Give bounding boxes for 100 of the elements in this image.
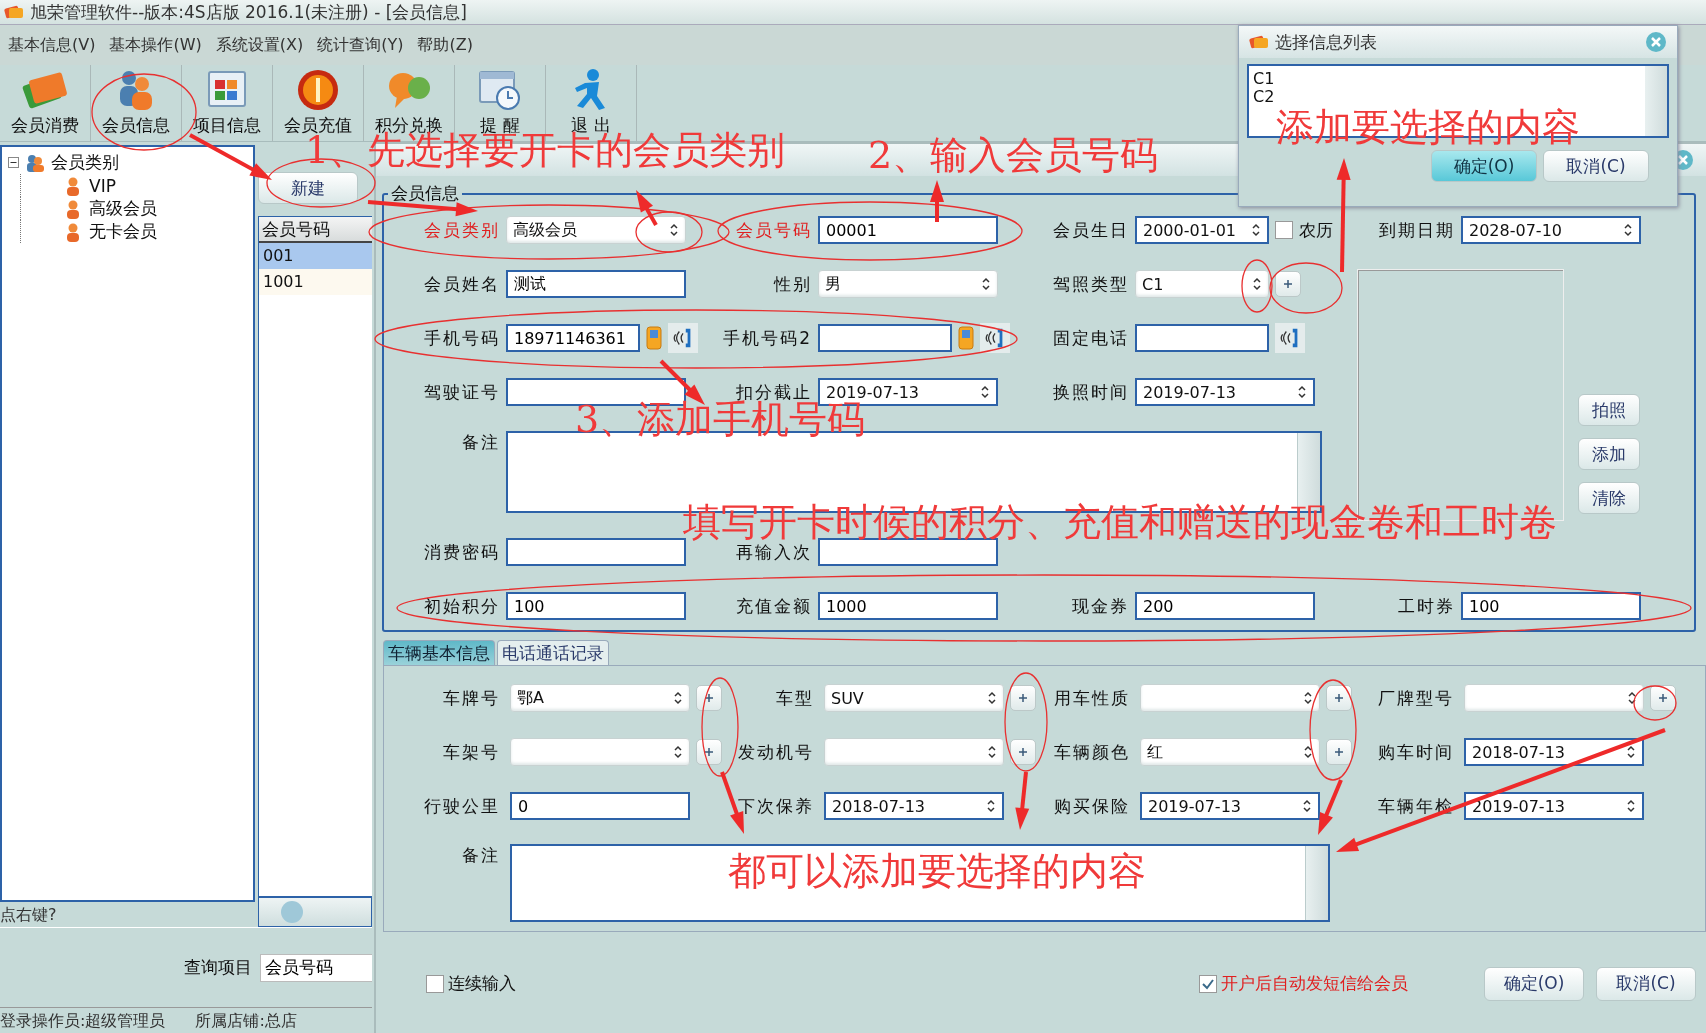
text-field[interactable]: 100 (506, 592, 686, 620)
menu-item[interactable]: 系统设置(X) (215, 34, 304, 56)
plus-icon (1658, 693, 1668, 703)
text-field[interactable]: 200 (1135, 592, 1315, 620)
people-icon (25, 153, 45, 172)
menu-item[interactable]: 基本操作(W) (109, 34, 202, 56)
combo-box[interactable]: 红 (1140, 738, 1320, 766)
combo-box[interactable]: SUV (824, 684, 1004, 712)
column-header[interactable]: 会员号码 (259, 217, 372, 243)
add-button[interactable] (1326, 685, 1352, 711)
toolbar-button[interactable]: 会员信息 (91, 65, 182, 141)
date-field[interactable]: 2019-07-13 (1464, 792, 1644, 820)
date-field[interactable]: 2019-07-13 (1135, 378, 1315, 406)
add-button[interactable] (1010, 685, 1036, 711)
field-label: 驾驶证号 (423, 380, 500, 404)
field-label: 车架号 (442, 740, 500, 764)
spinner-icon (1626, 799, 1636, 813)
text-field[interactable]: 0 (510, 792, 690, 820)
photo-button[interactable]: 拍照 (1578, 394, 1640, 426)
plus-icon (1018, 693, 1028, 703)
popup-title: 选择信息列表 (1275, 30, 1377, 54)
spinner-icon (987, 745, 997, 759)
toolbar-button[interactable]: 项目信息 (182, 65, 273, 141)
plus-icon (704, 693, 714, 703)
list-row[interactable]: 1001 (259, 269, 372, 295)
scrollbar[interactable] (1645, 66, 1667, 136)
mobile-phone-icon[interactable] (646, 326, 662, 350)
add-button[interactable] (1650, 685, 1676, 711)
spinner-icon (1251, 223, 1261, 237)
list-item[interactable]: C1 (1253, 70, 1641, 88)
list-row[interactable]: 001 (259, 243, 372, 269)
cards-icon (4, 3, 24, 21)
date-field[interactable]: 2000-01-01 (1135, 216, 1269, 244)
combo-box[interactable]: 高级会员 (506, 216, 686, 244)
field-label: 初始积分 (423, 594, 500, 618)
list-item[interactable]: C2 (1253, 88, 1641, 106)
field-label: 会员生日 (1052, 218, 1129, 242)
tab[interactable]: 电话通话记录 (497, 640, 609, 665)
tree-item[interactable]: VIP (89, 175, 116, 196)
text-field[interactable]: 100 (1461, 592, 1641, 620)
collapse-icon[interactable] (8, 157, 19, 168)
spinner-icon (1303, 745, 1313, 759)
date-field[interactable]: 2018-07-13 (824, 792, 1004, 820)
close-icon[interactable] (1645, 31, 1667, 53)
spinner-icon (673, 745, 683, 759)
dial-button[interactable] (1275, 323, 1305, 353)
add-button[interactable] (696, 739, 722, 765)
checkbox-label: 农历 (1299, 218, 1333, 242)
plus-icon (1334, 693, 1344, 703)
text-field[interactable] (1135, 324, 1269, 352)
field-label: 到期日期 (1378, 218, 1455, 242)
date-field[interactable]: 2028-07-10 (1461, 216, 1641, 244)
field-label: 查询项目 (184, 956, 252, 979)
dialog-button[interactable]: 取消(C) (1596, 966, 1696, 1001)
add-button[interactable] (696, 685, 722, 711)
add-button[interactable] (1326, 739, 1352, 765)
text-field[interactable] (818, 538, 998, 566)
field-label: 会员类别 (423, 218, 500, 242)
query-field[interactable]: 会员号码 (260, 953, 372, 982)
field-label: 会员号码 (735, 218, 812, 242)
spinner-icon (1627, 691, 1637, 705)
photo-button[interactable]: 添加 (1578, 438, 1640, 470)
dialog-button[interactable]: 确定(O) (1431, 150, 1537, 182)
dial-button[interactable] (668, 323, 698, 353)
tree-item[interactable]: 无卡会员 (89, 220, 157, 243)
spinner-icon (987, 691, 997, 705)
date-field[interactable]: 2018-07-13 (1464, 738, 1644, 766)
field-label: 换照时间 (1052, 380, 1129, 404)
combo-box[interactable]: 男 (818, 270, 998, 298)
checkbox[interactable] (1199, 974, 1217, 993)
dialog-button[interactable]: 确定(O) (1484, 966, 1584, 1001)
dial-button[interactable] (980, 323, 1010, 353)
tree-item[interactable]: 会员类别 (51, 151, 119, 174)
add-button[interactable] (1275, 271, 1301, 297)
annotation-ellipse (1633, 685, 1677, 721)
combo-box[interactable]: C1 (1135, 270, 1269, 298)
menu-item[interactable]: 帮助(Z) (417, 34, 473, 56)
checkbox[interactable] (426, 974, 444, 993)
text-field[interactable] (818, 324, 952, 352)
menu-item[interactable]: 统计查询(Y) (317, 34, 404, 56)
scrollbar[interactable] (258, 897, 372, 927)
checkbox[interactable] (1275, 221, 1293, 239)
text-field[interactable]: 00001 (818, 216, 998, 244)
photo-button[interactable]: 清除 (1578, 482, 1640, 514)
menu-item[interactable]: 基本信息(V) (8, 34, 96, 56)
spinner-icon (981, 277, 991, 291)
text-field[interactable]: 18971146361 (506, 324, 640, 352)
field-label: 固定电话 (1052, 326, 1129, 350)
tab[interactable]: 车辆基本信息 (383, 640, 495, 665)
toolbar-button[interactable]: 会员消费 (0, 65, 91, 141)
remark-field[interactable] (510, 844, 1330, 922)
text-field[interactable]: 测试 (506, 270, 686, 298)
mobile-phone-icon[interactable] (958, 326, 974, 350)
date-field[interactable]: 2019-07-13 (1140, 792, 1320, 820)
new-button[interactable]: 新建 (258, 172, 358, 204)
tree-item[interactable]: 高级会员 (89, 197, 157, 220)
add-button[interactable] (1010, 739, 1036, 765)
combo-box[interactable]: 鄂A (510, 684, 690, 712)
dialog-button[interactable]: 取消(C) (1543, 150, 1649, 182)
text-field[interactable]: 1000 (818, 592, 998, 620)
